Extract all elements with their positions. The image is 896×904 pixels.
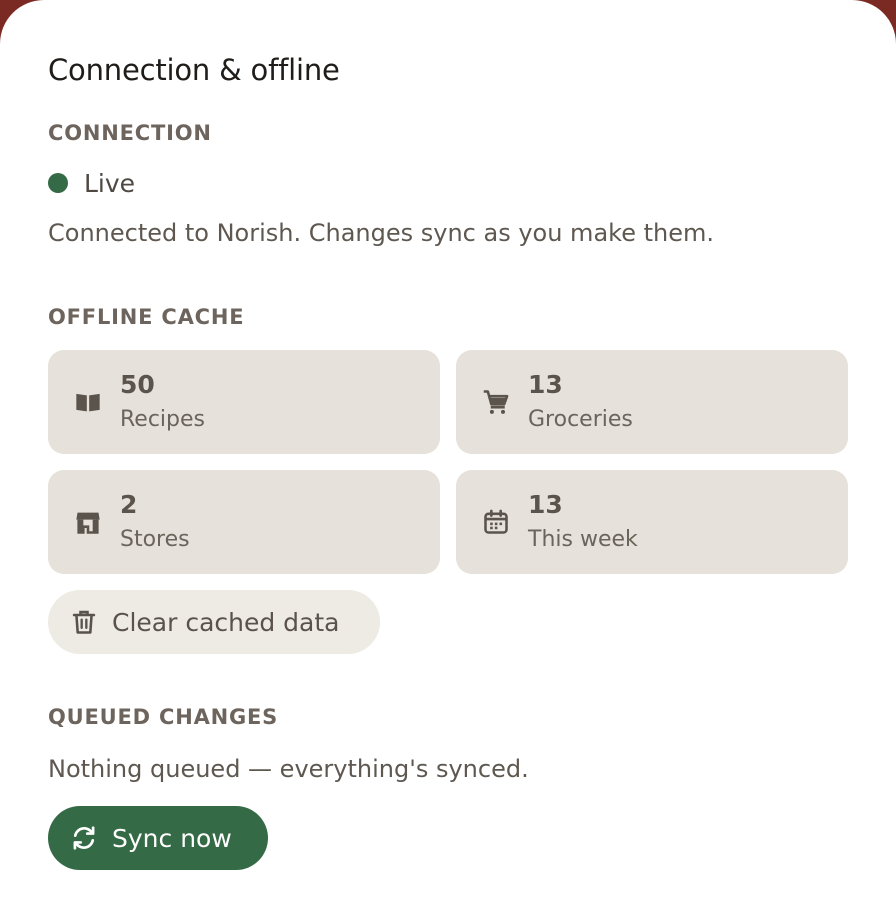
connection-section-label: CONNECTION xyxy=(48,121,212,145)
queued-changes-description: Nothing queued — everything's synced. xyxy=(48,755,529,783)
cache-tile-groceries: 13 Groceries xyxy=(456,350,848,454)
groceries-label: Groceries xyxy=(528,407,633,432)
connection-description: Connected to Norish. Changes sync as you… xyxy=(48,219,714,247)
sync-now-label: Sync now xyxy=(112,823,232,853)
recipes-count: 50 xyxy=(120,370,155,399)
book-icon xyxy=(76,393,100,412)
clear-cached-data-button[interactable]: Clear cached data xyxy=(48,590,380,654)
calendar-icon xyxy=(484,509,508,534)
sync-icon xyxy=(73,826,95,850)
this-week-count: 13 xyxy=(528,490,563,519)
trash-icon xyxy=(72,610,96,634)
connection-status-text: Live xyxy=(84,168,136,198)
offline-cache-section-label: OFFLINE CACHE xyxy=(48,305,245,329)
this-week-label: This week xyxy=(528,527,638,552)
sync-now-button[interactable]: Sync now xyxy=(48,806,268,870)
clear-cached-data-label: Clear cached data xyxy=(112,607,340,637)
connection-status: Live xyxy=(48,168,135,198)
cart-icon xyxy=(483,390,509,414)
cache-tile-this-week: 13 This week xyxy=(456,470,848,574)
queued-changes-section-label: QUEUED CHANGES xyxy=(48,705,279,729)
cache-tile-recipes: 50 Recipes xyxy=(48,350,440,454)
stores-label: Stores xyxy=(120,527,190,552)
store-icon xyxy=(76,512,100,534)
status-dot-icon xyxy=(48,173,68,193)
cache-tile-stores: 2 Stores xyxy=(48,470,440,574)
stores-count: 2 xyxy=(120,490,138,519)
sheet-title: Connection & offline xyxy=(48,53,340,87)
recipes-label: Recipes xyxy=(120,407,206,432)
connection-offline-sheet: Connection & offline CONNECTION Live Con… xyxy=(0,0,896,904)
groceries-count: 13 xyxy=(528,370,563,399)
